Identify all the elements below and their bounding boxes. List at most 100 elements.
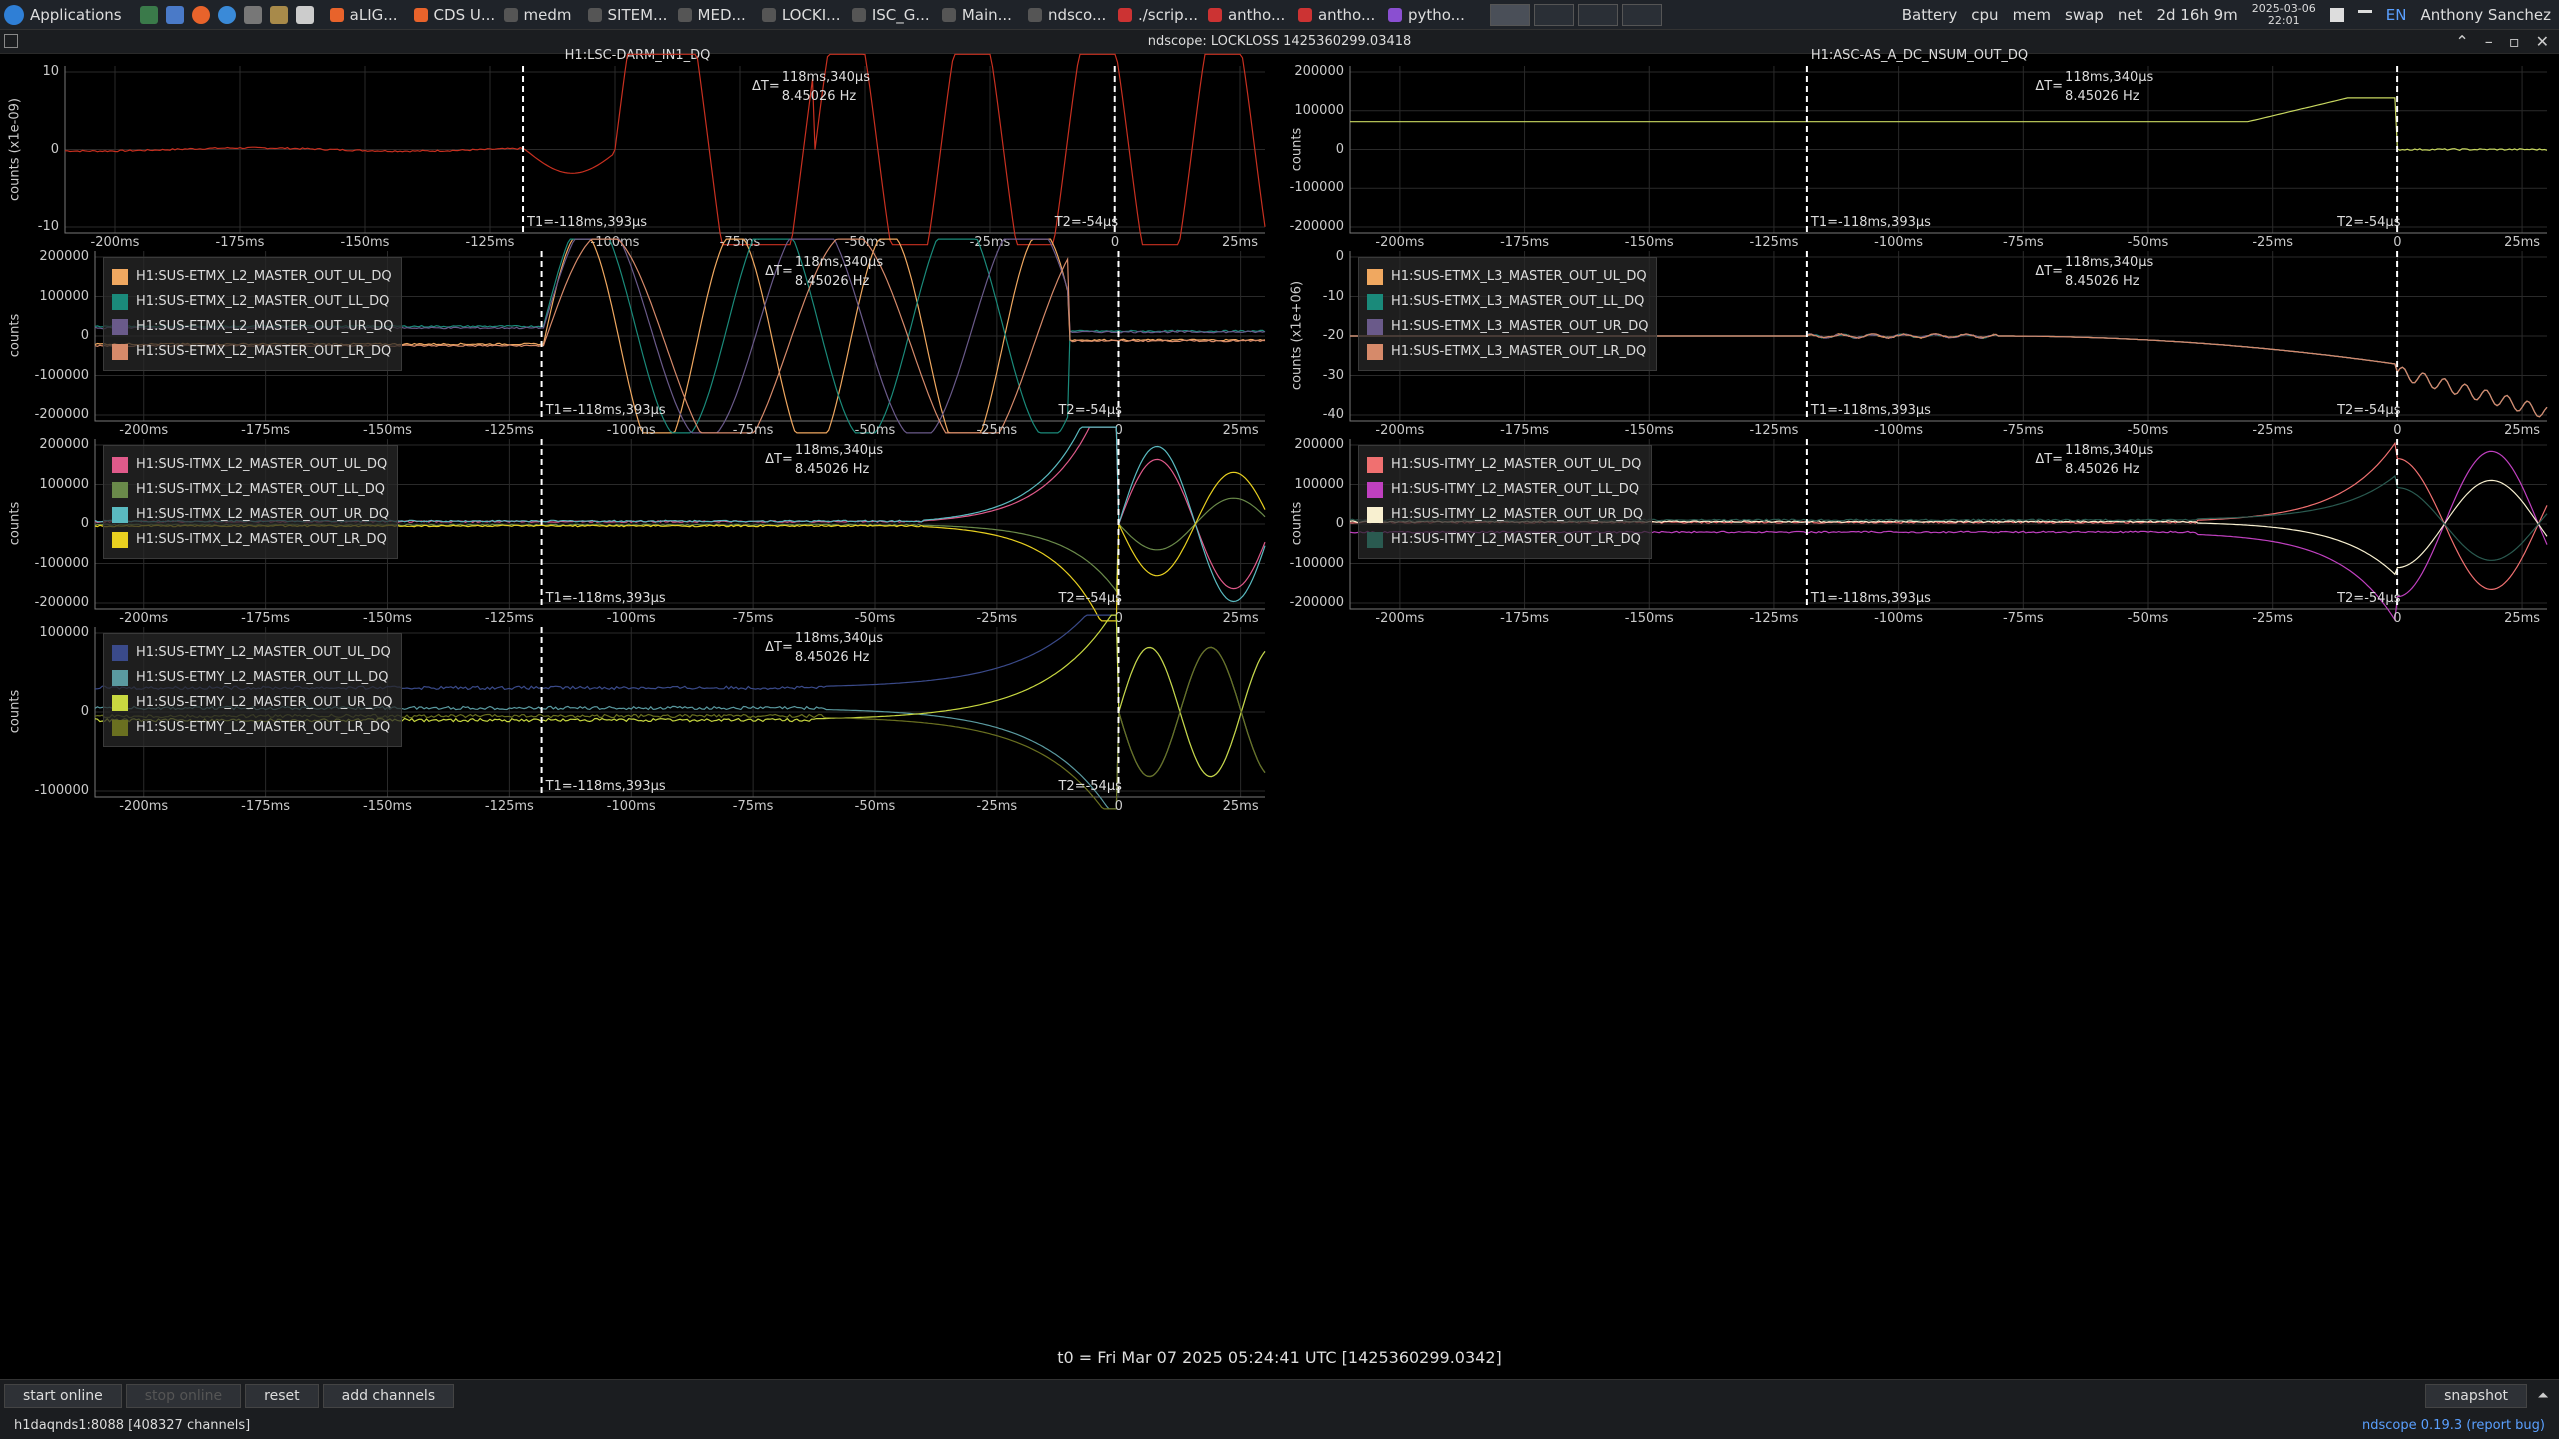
plot-etmx_l3[interactable]: counts (x1e+06) 0 -10 -20 -30 -40 T1=-118ms,39… xyxy=(1282,249,2557,439)
legend-item[interactable]: H1:SUS-ITMX_L2_MASTER_OUT_LR_DQ xyxy=(112,527,389,552)
trace-line xyxy=(1350,97,2548,151)
report-bug-link[interactable]: (report bug) xyxy=(2466,1418,2545,1433)
terminal-launcher-icon[interactable] xyxy=(139,5,158,24)
legend-item[interactable]: H1:SUS-ETMY_L2_MASTER_OUT_LL_DQ xyxy=(112,665,393,690)
taskbar-task[interactable]: ndsco... xyxy=(1020,0,1110,29)
taskbar-task[interactable]: antho... xyxy=(1290,0,1380,29)
legend-item[interactable]: H1:SUS-ETMY_L2_MASTER_OUT_LR_DQ xyxy=(112,715,393,740)
x-tick-label: -175ms xyxy=(241,799,291,814)
plot-darm[interactable]: H1:LSC-DARM_IN1_DQ counts (x1e-09) 10 0 -10 T… xyxy=(0,48,1275,251)
legend-label: H1:SUS-ETMY_L2_MASTER_OUT_UR_DQ xyxy=(136,695,393,710)
x-tick-label: -50ms xyxy=(854,611,896,626)
collapse-panel-icon[interactable]: ⏶ xyxy=(2531,1388,2555,1404)
plot-etmx_l2[interactable]: counts 200000 100000 0 -100000 -200000 T1=-118… xyxy=(0,238,1275,439)
start-online-button[interactable]: start online xyxy=(4,1383,122,1408)
taskbar-task[interactable]: SITEM... xyxy=(580,0,670,29)
legend[interactable]: H1:SUS-ITMY_L2_MASTER_OUT_UL_DQ H1:SUS-IT… xyxy=(1358,445,1653,559)
taskbar-task[interactable]: LOCKI... xyxy=(754,0,844,29)
legend-item[interactable]: H1:SUS-ETMX_L3_MASTER_OUT_LL_DQ xyxy=(1367,289,1648,314)
clock[interactable]: 2025-03-06 22:01 xyxy=(2252,2,2316,27)
taskbar-task[interactable]: CDS U... xyxy=(406,0,496,29)
x-tick-label: -75ms xyxy=(719,235,761,250)
legend-label: H1:SUS-ETMX_L3_MASTER_OUT_UL_DQ xyxy=(1391,269,1647,284)
taskbar-task[interactable]: ./scrip... xyxy=(1110,0,1200,29)
settings-launcher-icon[interactable] xyxy=(269,5,288,24)
snapshot-button[interactable]: snapshot xyxy=(2425,1383,2527,1408)
legend[interactable]: H1:SUS-ETMX_L3_MASTER_OUT_UL_DQ H1:SUS-ET… xyxy=(1358,257,1658,371)
taskbar-task[interactable]: MED... xyxy=(670,0,754,29)
firefox-launcher-icon[interactable] xyxy=(191,5,210,24)
applications-menu[interactable]: Applications xyxy=(0,0,132,29)
legend-swatch xyxy=(112,694,128,711)
legend-swatch xyxy=(1367,456,1383,473)
legend-item[interactable]: H1:SUS-ITMY_L2_MASTER_OUT_UR_DQ xyxy=(1367,502,1643,527)
x-tick-label: -25ms xyxy=(976,423,1018,438)
editor-launcher-icon[interactable] xyxy=(295,5,314,24)
legend-item[interactable]: H1:SUS-ITMX_L2_MASTER_OUT_LL_DQ xyxy=(112,477,389,502)
x-tick-label: 0 xyxy=(1114,799,1123,814)
x-tick-label: -25ms xyxy=(969,235,1011,250)
window-menu-icon[interactable] xyxy=(4,34,18,48)
workspace-2[interactable] xyxy=(1533,3,1574,26)
legend-item[interactable]: H1:SUS-ETMX_L2_MASTER_OUT_LR_DQ xyxy=(112,339,393,364)
chromium-launcher-icon[interactable] xyxy=(217,5,236,24)
cursor-t2-label: T2=-54µs xyxy=(2337,403,2401,418)
add-channels-button[interactable]: add channels xyxy=(322,1383,455,1408)
legend-item[interactable]: H1:SUS-ITMY_L2_MASTER_OUT_UL_DQ xyxy=(1367,452,1643,477)
share-launcher-icon[interactable] xyxy=(243,5,262,24)
taskbar-task[interactable]: ISC_G... xyxy=(844,0,934,29)
legend-item[interactable]: H1:SUS-ETMX_L2_MASTER_OUT_LL_DQ xyxy=(112,289,393,314)
y-tick-label: -200000 xyxy=(1289,595,1344,610)
legend-item[interactable]: H1:SUS-ETMY_L2_MASTER_OUT_UL_DQ xyxy=(112,640,393,665)
plot-itmy_l2[interactable]: counts 200000 100000 0 -100000 -200000 T1=-118… xyxy=(1282,437,2557,627)
plot-itmx_l2[interactable]: counts 200000 100000 0 -100000 -200000 T1=-118… xyxy=(0,426,1275,627)
taskbar-task[interactable]: medm xyxy=(496,0,580,29)
legend-item[interactable]: H1:SUS-ETMX_L3_MASTER_OUT_LR_DQ xyxy=(1367,339,1648,364)
legend-label: H1:SUS-ETMX_L2_MASTER_OUT_LL_DQ xyxy=(136,294,390,309)
keyboard-layout[interactable]: EN xyxy=(2386,6,2407,24)
legend-item[interactable]: H1:SUS-ETMX_L3_MASTER_OUT_UL_DQ xyxy=(1367,264,1648,289)
taskbar-task[interactable]: pytho... xyxy=(1380,0,1470,29)
y-tick-label: -10 xyxy=(37,219,59,234)
indicator-cpu[interactable]: cpu xyxy=(1971,6,1998,24)
legend-item[interactable]: H1:SUS-ETMY_L2_MASTER_OUT_UR_DQ xyxy=(112,690,393,715)
taskbar-task[interactable]: antho... xyxy=(1200,0,1290,29)
y-tick-label: 200000 xyxy=(39,437,89,452)
legend-item[interactable]: H1:SUS-ITMY_L2_MASTER_OUT_LL_DQ xyxy=(1367,477,1643,502)
legend-item[interactable]: H1:SUS-ITMX_L2_MASTER_OUT_UL_DQ xyxy=(112,452,389,477)
indicator-swap[interactable]: swap xyxy=(2065,6,2104,24)
user-name[interactable]: Anthony Sanchez xyxy=(2420,6,2551,24)
x-tick-label: -50ms xyxy=(844,235,886,250)
task-app-icon xyxy=(1297,7,1312,22)
indicator-mem[interactable]: mem xyxy=(2013,6,2051,24)
workspace-1[interactable] xyxy=(1489,3,1530,26)
task-label: antho... xyxy=(1227,5,1286,24)
legend[interactable]: H1:SUS-ETMY_L2_MASTER_OUT_UL_DQ H1:SUS-ET… xyxy=(103,633,402,747)
legend-item[interactable]: H1:SUS-ITMX_L2_MASTER_OUT_UR_DQ xyxy=(112,502,389,527)
cursor-t1-label: T1=-118ms,393µs xyxy=(1810,591,1931,606)
indicator-battery[interactable]: Battery xyxy=(1902,6,1958,24)
indicator-net[interactable]: net xyxy=(2118,6,2143,24)
legend-item[interactable]: H1:SUS-ETMX_L2_MASTER_OUT_UL_DQ xyxy=(112,264,393,289)
legend-item[interactable]: H1:SUS-ETMX_L3_MASTER_OUT_UR_DQ xyxy=(1367,314,1648,339)
legend-item[interactable]: H1:SUS-ETMX_L2_MASTER_OUT_UR_DQ xyxy=(112,314,393,339)
plot-grid[interactable]: H1:LSC-DARM_IN1_DQ counts (x1e-09) 10 0 -10 T… xyxy=(0,48,2559,1379)
legend[interactable]: H1:SUS-ITMX_L2_MASTER_OUT_UL_DQ H1:SUS-IT… xyxy=(103,445,399,559)
workspace-4[interactable] xyxy=(1621,3,1662,26)
legend-item[interactable]: H1:SUS-ITMY_L2_MASTER_OUT_LR_DQ xyxy=(1367,527,1643,552)
cursor-t2-label: T2=-54µs xyxy=(2337,591,2401,606)
legend[interactable]: H1:SUS-ETMX_L2_MASTER_OUT_UL_DQ H1:SUS-ET… xyxy=(103,257,403,371)
delta-t-value: 118ms,340µs xyxy=(2065,255,2154,270)
workspace-3[interactable] xyxy=(1577,3,1618,26)
version-link[interactable]: ndscope 0.19.3 xyxy=(2362,1418,2462,1433)
taskbar-task[interactable]: aLIG... xyxy=(322,0,406,29)
applications-logo-icon xyxy=(4,4,24,25)
file-manager-launcher-icon[interactable] xyxy=(165,5,184,24)
plot-etmy_l2[interactable]: counts 100000 0 -100000 T1=-118ms,393µs T2=-5… xyxy=(0,614,1275,815)
plot-asc[interactable]: H1:ASC-AS_A_DC_NSUM_OUT_DQ counts 200000 10… xyxy=(1282,48,2557,251)
network-icon[interactable] xyxy=(2357,9,2372,20)
reset-button[interactable]: reset xyxy=(245,1383,319,1408)
workspace-pager xyxy=(1489,3,1662,26)
taskbar-task[interactable]: Main... xyxy=(934,0,1020,29)
clipboard-icon[interactable] xyxy=(2329,7,2344,22)
